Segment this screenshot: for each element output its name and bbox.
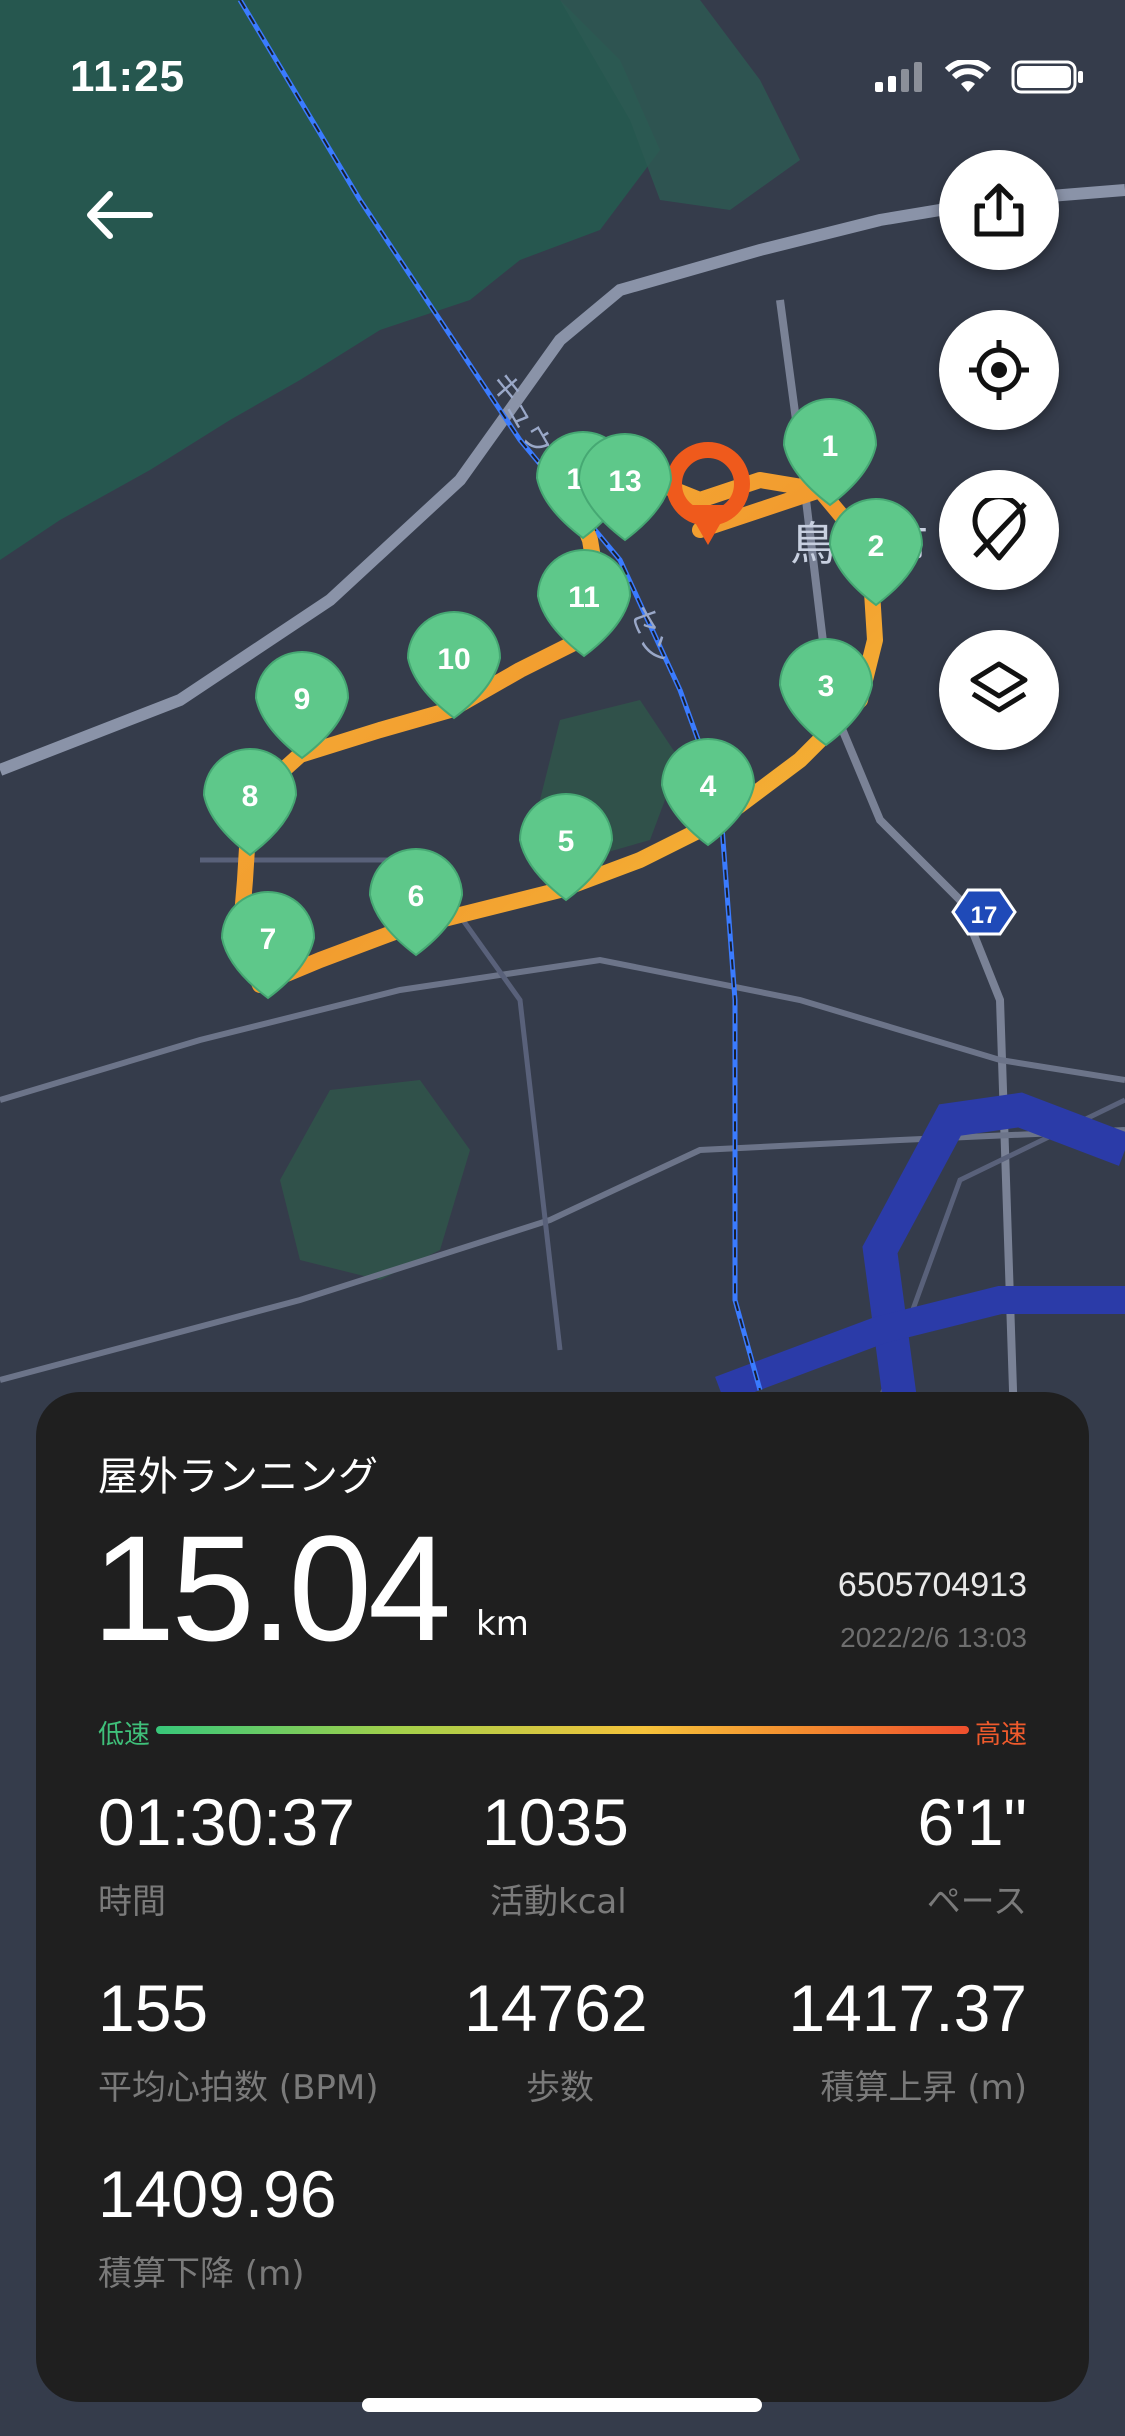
layers-icon <box>970 661 1028 713</box>
speed-high-label: 高速 <box>974 1720 1027 1750</box>
stat-pace-value: 6'1" <box>917 1785 1027 1859</box>
km-marker-label: 1 <box>822 430 839 463</box>
stat-descent-value: 1409.96 <box>98 2157 337 2231</box>
stat-steps-value: 14762 <box>464 1971 648 2045</box>
activity-summary-card: 屋外ランニング 15.04 km 6505704913 2022/2/6 13:… <box>36 1392 1089 2402</box>
stat-heart-rate-label: 平均心拍数 (BPM) <box>98 2068 379 2108</box>
hide-icon <box>972 498 1027 561</box>
stat-kcal-label: 活動kcal <box>490 1882 627 1922</box>
km-marker-label: 9 <box>294 683 311 716</box>
stat-pace-label: ペース <box>926 1882 1027 1922</box>
locate-icon <box>969 340 1029 400</box>
wifi-icon <box>945 60 991 92</box>
stat-time-value: 01:30:37 <box>98 1785 355 1859</box>
distance-unit: km <box>476 1604 529 1644</box>
layers-button[interactable] <box>939 630 1059 750</box>
activity-id: 6505704913 <box>837 1566 1027 1604</box>
stat-kcal-value: 1035 <box>482 1785 629 1859</box>
hide-markers-button[interactable] <box>939 470 1059 590</box>
status-time: 11:25 <box>70 52 186 101</box>
activity-type: 屋外ランニング <box>98 1454 378 1500</box>
stat-ascent-label: 積算上昇 (m) <box>820 2068 1027 2108</box>
stat-steps-label: 歩数 <box>526 2068 594 2108</box>
stat-descent-label: 積算下降 (m) <box>98 2254 305 2294</box>
km-marker-label: 7 <box>260 923 277 956</box>
svg-text:17: 17 <box>971 902 998 929</box>
share-icon <box>974 183 1024 237</box>
km-marker-label: 13 <box>608 465 641 498</box>
distance-value: 15.04 <box>92 1504 451 1672</box>
km-marker-label: 10 <box>437 643 470 676</box>
home-indicator[interactable] <box>362 2398 762 2412</box>
km-marker-label: 5 <box>558 825 575 858</box>
speed-low-label: 低速 <box>98 1720 151 1750</box>
stat-heart-rate-value: 155 <box>98 1971 209 2045</box>
km-marker-label: 6 <box>408 880 425 913</box>
km-marker-label: 3 <box>818 670 835 703</box>
speed-gradient-bar <box>156 1726 969 1734</box>
signal-icon <box>875 62 922 92</box>
route-shield: 17 <box>951 888 1017 936</box>
stat-time-label: 時間 <box>98 1882 166 1922</box>
km-marker-label: 4 <box>700 770 717 803</box>
back-button[interactable] <box>80 180 160 250</box>
locate-button[interactable] <box>939 310 1059 430</box>
back-arrow-icon <box>87 191 153 239</box>
km-marker-label: 2 <box>868 530 885 563</box>
stat-ascent-value: 1417.37 <box>788 1971 1027 2045</box>
activity-datetime: 2022/2/6 13:03 <box>840 1622 1027 1653</box>
km-marker-label: 11 <box>568 581 600 614</box>
share-button[interactable] <box>939 150 1059 270</box>
battery-icon <box>1011 60 1083 94</box>
status-icons <box>875 60 1085 94</box>
km-marker-label: 8 <box>242 780 259 813</box>
